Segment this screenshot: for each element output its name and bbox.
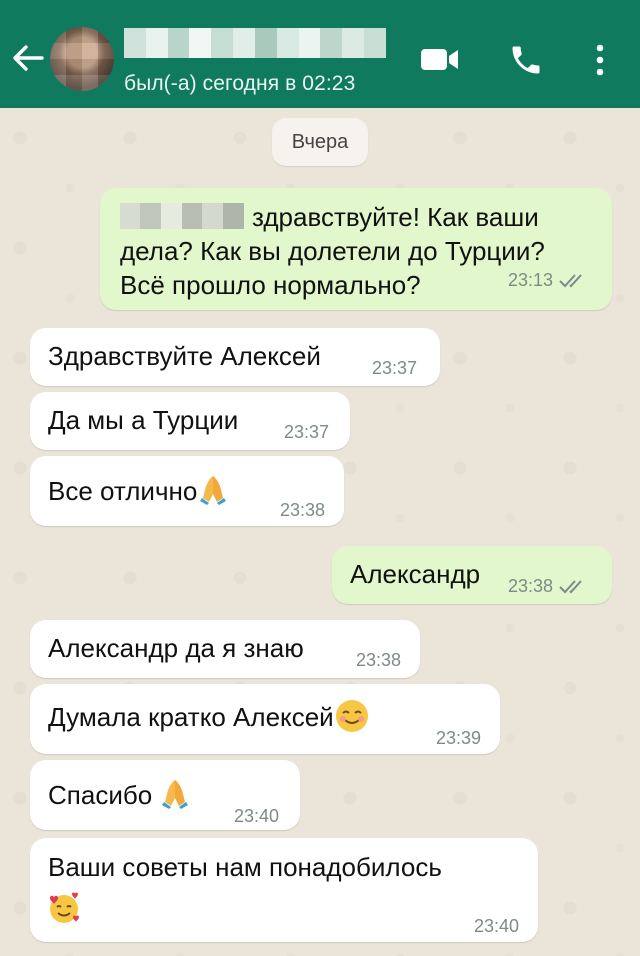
- message-text: Все отлично: [48, 476, 198, 506]
- back-button[interactable]: [10, 40, 46, 76]
- message-text: Александр да я знаю: [48, 633, 304, 663]
- message-incoming[interactable]: Все отлично 23:38: [30, 456, 344, 526]
- message-incoming[interactable]: Ваши советы нам понадобилось 23:40: [30, 838, 538, 942]
- last-seen-status: был(-а) сегодня в 02:23: [124, 72, 356, 95]
- date-divider: Вчера: [272, 118, 368, 166]
- message-time: 23:37: [284, 422, 330, 442]
- folded-hands-emoji: [162, 780, 189, 809]
- message-outgoing[interactable]: здравствуйте! Как ваши дела? Как вы доле…: [100, 188, 612, 310]
- folded-hands-emoji: [200, 476, 227, 505]
- contact-avatar[interactable]: [50, 27, 114, 91]
- message-text-line: дела? Как вы долетели до Турции?: [120, 236, 545, 266]
- message-text: Здравствуйте Алексей: [48, 341, 321, 371]
- message-incoming[interactable]: Здравствуйте Алексей 23:37: [30, 328, 440, 386]
- double-check-icon: [559, 580, 582, 594]
- message-time: 23:38: [356, 650, 402, 670]
- message-incoming[interactable]: Спасибо 23:40: [30, 760, 300, 830]
- message-time: 23:13: [508, 270, 554, 290]
- message-text: Ваши советы нам понадобилось: [48, 852, 442, 882]
- message-incoming[interactable]: Да мы а Турции 23:37: [30, 392, 350, 450]
- smiling-face-emoji: [335, 700, 368, 732]
- message-time: 23:40: [234, 806, 280, 826]
- chat-header: был(-а) сегодня в 02:23: [0, 0, 640, 108]
- contact-name-redacted[interactable]: [124, 28, 386, 58]
- menu-button[interactable]: [592, 42, 608, 78]
- message-incoming[interactable]: Думала кратко Алексей 23:39: [30, 684, 500, 754]
- message-outgoing[interactable]: Александр 23:38: [332, 546, 612, 604]
- message-text: Александр: [350, 559, 481, 589]
- message-time: 23:39: [436, 728, 482, 748]
- message-text: Спасибо: [48, 780, 153, 810]
- message-time: 23:38: [280, 500, 326, 520]
- more-vertical-icon: [596, 44, 604, 76]
- message-text: Думала кратко Алексей: [48, 702, 334, 732]
- message-text: Да мы а Турции: [48, 405, 239, 435]
- double-check-icon: [559, 274, 582, 288]
- redacted-name: [120, 203, 244, 229]
- message-incoming[interactable]: Александр да я знаю 23:38: [30, 620, 420, 678]
- voice-call-button[interactable]: [508, 42, 544, 78]
- smiling-face-with-hearts-emoji: [50, 892, 79, 923]
- message-text-line: здравствуйте! Как ваши: [252, 202, 539, 232]
- message-text-line: Всё прошло нормально?: [120, 270, 421, 300]
- message-time: 23:40: [474, 916, 520, 936]
- phone-icon: [512, 46, 540, 74]
- message-time: 23:38: [508, 576, 554, 596]
- arrow-left-icon: [13, 45, 44, 71]
- message-time: 23:37: [372, 358, 418, 378]
- video-call-button[interactable]: [420, 44, 460, 74]
- video-camera-icon: [421, 49, 458, 70]
